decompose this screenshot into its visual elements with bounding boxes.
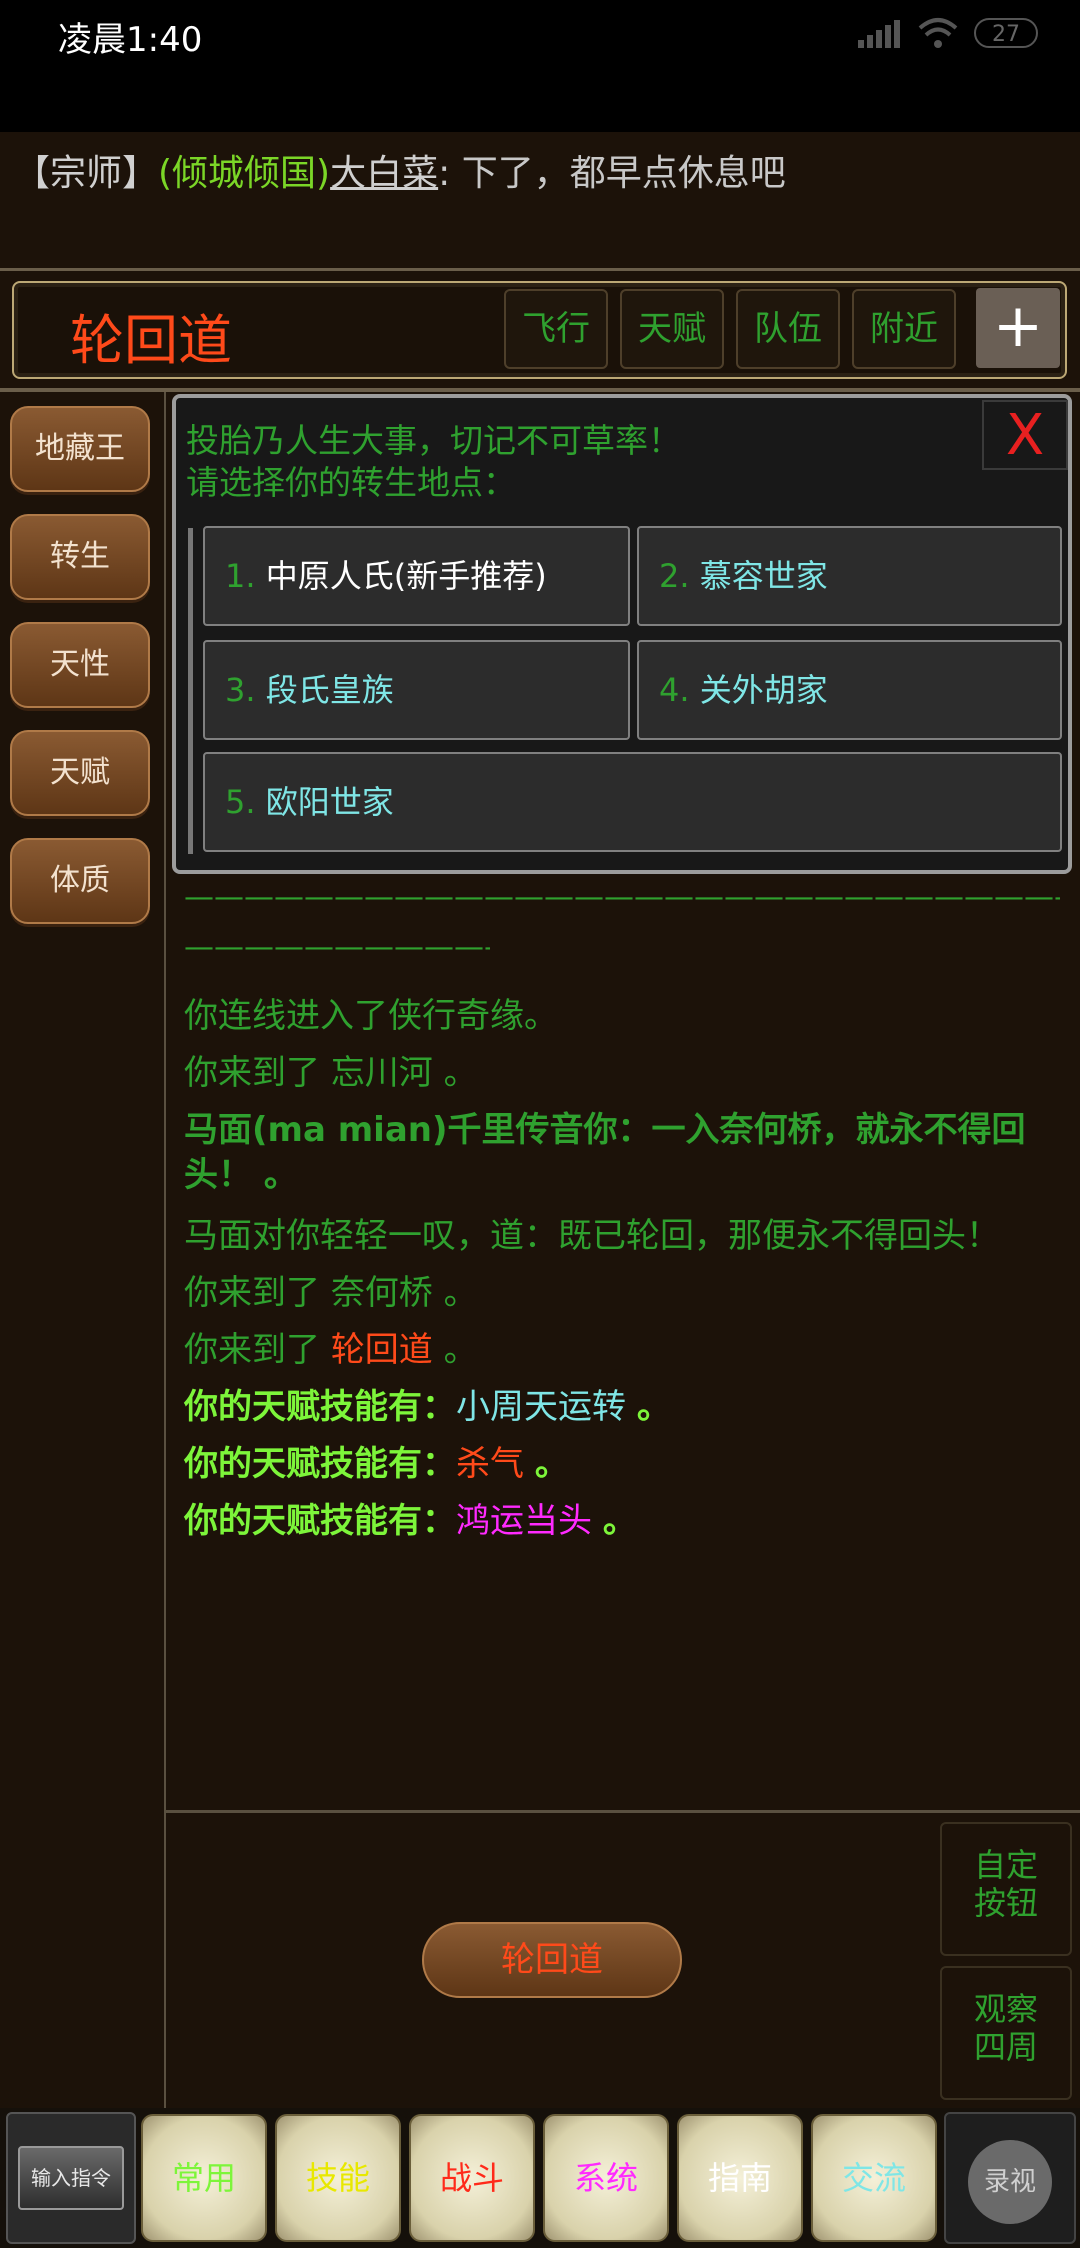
look-around-label: 四周 — [973, 2028, 1038, 2066]
divider — [0, 388, 1080, 392]
option-number: 4. — [659, 671, 690, 709]
location-title: 轮回道 — [70, 309, 232, 372]
tab-system[interactable]: 系统 — [543, 2114, 669, 2242]
wifi-icon — [918, 18, 958, 48]
option-label: 欧阳世家 — [265, 783, 394, 821]
talent-button[interactable]: 天赋 — [620, 289, 724, 369]
talent-skill: 鸿运当头 — [456, 1501, 592, 1541]
log-line: 你的天赋技能有：小周天运转 。 — [184, 1379, 671, 1428]
nav-rebirth[interactable]: 转生 — [10, 514, 150, 600]
option-number: 1. — [225, 557, 256, 595]
log-line: 你来到了 奈何桥 。 — [184, 1265, 478, 1314]
option-number: 2. — [659, 557, 690, 595]
option-label: 段氏皇族 — [265, 671, 394, 709]
signal-icon — [858, 20, 900, 48]
nav-talent[interactable]: 天赋 — [10, 730, 150, 816]
divider — [164, 392, 166, 2108]
close-button[interactable]: X — [982, 400, 1068, 470]
ann-guild[interactable]: (倾城倾国) — [158, 153, 330, 194]
custom-button-label: 按钮 — [973, 1884, 1038, 1922]
option-number: 5. — [225, 783, 256, 821]
option-label: 中原人氏(新手推荐) — [265, 557, 547, 595]
log-text: 。 — [443, 1273, 478, 1313]
ann-user[interactable]: 大白菜 — [330, 153, 438, 194]
log-text: 你来到了 — [184, 1330, 320, 1370]
dialog-accent-bar — [188, 528, 193, 854]
log-text: 。 — [602, 1501, 637, 1541]
log-text: 。 — [443, 1330, 478, 1370]
divider — [0, 268, 1080, 271]
tab-common[interactable]: 常用 — [141, 2114, 267, 2242]
log-text: 你来到了 — [184, 1053, 320, 1093]
look-around-label: 观察 — [973, 1990, 1038, 2028]
log-place: 奈何桥 — [330, 1273, 433, 1313]
log-divider: —————————————— — [184, 930, 490, 964]
option-duan[interactable]: 3. 段氏皇族 — [203, 640, 630, 740]
log-place: 忘川河 — [330, 1053, 433, 1093]
dialog-text: 投胎乃人生大事，切记不可草率！ — [186, 421, 681, 460]
look-around-button[interactable]: 观察 四周 — [940, 1966, 1072, 2100]
log-line: 你的天赋技能有：杀气 。 — [184, 1436, 569, 1485]
battery-icon: 27 — [974, 18, 1038, 48]
nav-constitution[interactable]: 体质 — [10, 838, 150, 924]
dialog-prompt: 请选择你的转生地点： — [186, 463, 516, 502]
log-line: 你来到了 忘川河 。 — [184, 1045, 478, 1094]
log-divider: ————————————————————————————————————————… — [184, 880, 1060, 914]
fly-button[interactable]: 飞行 — [504, 289, 608, 369]
log-text: 你来到了 — [184, 1273, 320, 1313]
tab-skills[interactable]: 技能 — [275, 2114, 401, 2242]
log-place: 轮回道 — [330, 1330, 433, 1370]
log-line: 你的天赋技能有：鸿运当头 。 — [184, 1493, 637, 1542]
log-text: 。 — [534, 1444, 569, 1484]
ann-message: : 下了，都早点休息吧 — [438, 153, 786, 194]
talent-skill: 小周天运转 — [456, 1387, 626, 1427]
log-text: 。 — [443, 1053, 478, 1093]
input-command-label: 输入指令 — [18, 2146, 124, 2210]
nav-dizangwang[interactable]: 地藏王 — [10, 406, 150, 492]
option-hu[interactable]: 4. 关外胡家 — [637, 640, 1062, 740]
log-line: 你来到了 轮回道 。 — [184, 1322, 478, 1371]
divider — [166, 1810, 1080, 1813]
log-line: 你连线进入了侠行奇缘。 — [184, 996, 558, 1036]
option-label: 慕容世家 — [699, 557, 828, 595]
log-text: 。 — [636, 1387, 671, 1427]
add-button[interactable]: + — [976, 288, 1060, 368]
nearby-button[interactable]: 附近 — [852, 289, 956, 369]
log-text: 你的天赋技能有： — [184, 1387, 456, 1427]
log-line: 马面(ma mian)千里传音你：一入奈何桥，就永不得回 — [184, 1110, 1026, 1150]
room-button[interactable]: 轮回道 — [422, 1922, 682, 1998]
status-time: 凌晨1:40 — [58, 20, 203, 60]
option-ouyang[interactable]: 5. 欧阳世家 — [203, 752, 1062, 852]
ann-rank: 【宗师】 — [14, 153, 159, 194]
option-label: 关外胡家 — [699, 671, 828, 709]
team-button[interactable]: 队伍 — [736, 289, 840, 369]
option-number: 3. — [225, 671, 256, 709]
tab-chat[interactable]: 交流 — [811, 2114, 937, 2242]
custom-button-label: 自定 — [973, 1846, 1038, 1884]
log-line: 马面对你轻轻一叹，道：既已轮回，那便永不得回头！ — [184, 1216, 1000, 1256]
option-zhongyuan[interactable]: 1. 中原人氏(新手推荐) — [203, 526, 630, 626]
log-text: 你的天赋技能有： — [184, 1501, 456, 1541]
option-murong[interactable]: 2. 慕容世家 — [637, 526, 1062, 626]
tab-guide[interactable]: 指南 — [677, 2114, 803, 2242]
custom-button[interactable]: 自定 按钮 — [940, 1822, 1072, 1956]
talent-skill: 杀气 — [456, 1444, 524, 1484]
tab-combat[interactable]: 战斗 — [409, 2114, 535, 2242]
log-line: 头！ 。 — [184, 1155, 298, 1195]
record-icon: 录视 — [968, 2140, 1052, 2224]
announcement: 【宗师】(倾城倾国)大白菜: 下了，都早点休息吧 — [14, 144, 786, 196]
log-text: 你的天赋技能有： — [184, 1444, 456, 1484]
nav-nature[interactable]: 天性 — [10, 622, 150, 708]
